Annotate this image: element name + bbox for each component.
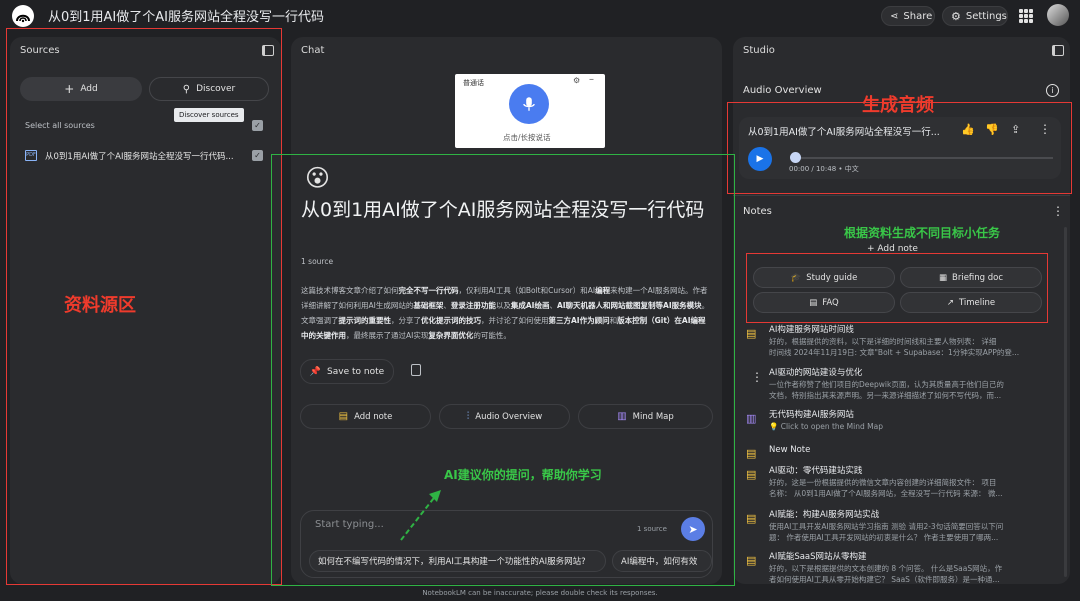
minimize-icon[interactable]: –	[589, 74, 594, 85]
share-label: Share	[903, 10, 933, 22]
info-icon[interactable]: i	[1046, 84, 1059, 97]
note-item[interactable]: ⋮ AI驱动的网站建设与优化一位作者称赞了他们项目的Deepwik页面，认为其质量…	[748, 368, 1048, 401]
notebooklm-logo-icon[interactable]	[12, 5, 34, 27]
note-preview: 好的，根据提供的资料，以下是详细的时间线和主要人物列表： 详细	[769, 337, 997, 346]
note-preview: 文档，特别指出其来源声明。另一来源详细描述了如何不写代码，而...	[769, 391, 1002, 400]
collapse-studio-icon[interactable]	[1052, 45, 1064, 56]
note-preview: 者如何使用AI工具从零开始构建它？ SaaS（软件即服务）是一种通...	[769, 575, 1000, 584]
divider	[733, 195, 1070, 196]
chat-title: Chat	[301, 45, 325, 56]
chat-annotation-box	[271, 154, 735, 586]
tasks-annotation-label: 根据资料生成不同目标小任务	[844, 226, 1001, 240]
more-vert-icon: ⋮	[751, 370, 763, 384]
doc-icon: ▤	[746, 447, 757, 460]
note-title: AI驱动：零代码建站实践	[769, 466, 863, 476]
microphone-icon[interactable]	[509, 84, 549, 124]
sources-annotation-box	[6, 28, 282, 585]
note-item[interactable]: ▤ AI赋能SaaS网站从零构建好的，以下是根据提供的文本创建的 8 个问答。 什…	[746, 552, 1048, 585]
note-preview: 名称： 从0到1用AI做了个AI服务网站，全程没写一行代码 来源： 微...	[769, 489, 1003, 498]
note-preview: 题： 作者使用AI工具开发网站的初衷是什么？ 作者主要使用了哪两...	[769, 533, 999, 542]
settings-button[interactable]: ⚙ Settings	[942, 6, 1008, 26]
annotation-arrow	[400, 490, 441, 541]
note-preview: 好的，以下是根据提供的文本创建的 8 个问答。 什么是SaaS网站，作	[769, 564, 1003, 573]
note-item[interactable]: ▤ AI驱动：零代码建站实践好的，这是一份根据提供的微信文章内容创建的详细简报文件…	[746, 466, 1048, 499]
note-preview: 使用AI工具开发AI服务网站学习指南 测验 请用2-3句话简要回答以下问	[769, 522, 1004, 531]
apps-grid-icon[interactable]	[1019, 9, 1033, 23]
doc-icon: ▤	[746, 554, 757, 567]
studio-title: Studio	[743, 45, 775, 56]
note-item[interactable]: ▤ New Note	[746, 445, 1048, 460]
voice-hint: 点击/长按说话	[503, 133, 551, 142]
audio-overview-title: Audio Overview	[743, 85, 822, 96]
share-icon: ⋖	[890, 10, 899, 22]
note-title: AI赋能：构建AI服务网站实战	[769, 510, 880, 520]
avatar[interactable]	[1047, 4, 1069, 26]
doc-icon: ▤	[746, 512, 757, 525]
note-preview: 💡 Click to open the Mind Map	[769, 422, 883, 431]
notes-more-icon[interactable]: ⋮	[1052, 204, 1064, 218]
note-title: 无代码构建AI服务网站	[769, 410, 854, 420]
note-title: New Note	[769, 445, 811, 455]
note-preview: 好的，这是一份根据提供的微信文章内容创建的详细简报文件： 项目	[769, 478, 997, 487]
disclaimer-footer: NotebookLM can be inaccurate; please dou…	[422, 589, 658, 597]
note-item[interactable]: ▤ AI构建服务网站时间线好的，根据提供的资料，以下是详细的时间线和主要人物列表：…	[746, 325, 1048, 358]
note-title: AI赋能SaaS网站从零构建	[769, 552, 867, 562]
note-preview: 一位作者称赞了他们项目的Deepwik页面，认为其质量高于他们自己的	[769, 380, 1004, 389]
settings-label: Settings	[965, 10, 1007, 22]
voice-settings-icon[interactable]: ⚙	[573, 76, 580, 85]
voice-input-widget[interactable]: 普通话 ⚙ – 点击/长按说话	[455, 74, 605, 148]
note-item[interactable]: ▤ AI赋能：构建AI服务网站实战使用AI工具开发AI服务网站学习指南 测验 请用…	[746, 510, 1048, 543]
sources-annotation-label: 资料源区	[64, 295, 136, 316]
share-button[interactable]: ⋖ Share	[881, 6, 935, 26]
doc-icon: ▤	[746, 327, 757, 340]
gear-icon: ⚙	[951, 9, 961, 23]
voice-language-tab[interactable]: 普通话	[463, 78, 484, 88]
doc-icon: ▤	[746, 468, 757, 481]
note-preview: 时间线 2024年11月19日: 文章"Bolt + Supabase：1分钟实…	[769, 348, 1020, 357]
note-title: AI驱动的网站建设与优化	[769, 368, 863, 378]
audio-annotation-label: 生成音频	[862, 95, 934, 116]
mind-map-icon: ▥	[746, 412, 757, 425]
note-title: AI构建服务网站时间线	[769, 325, 854, 335]
tasks-annotation-box	[746, 253, 1048, 323]
notes-scrollbar[interactable]	[1064, 227, 1067, 577]
notes-title: Notes	[743, 206, 772, 217]
notebook-title[interactable]: 从0到1用AI做了个AI服务网站全程没写一行代码	[48, 6, 324, 25]
suggest-annotation-label: AI建议你的提问，帮助你学习	[444, 468, 602, 482]
note-item[interactable]: ▥ 无代码构建AI服务网站 💡 Click to open the Mind Map	[746, 410, 1048, 432]
